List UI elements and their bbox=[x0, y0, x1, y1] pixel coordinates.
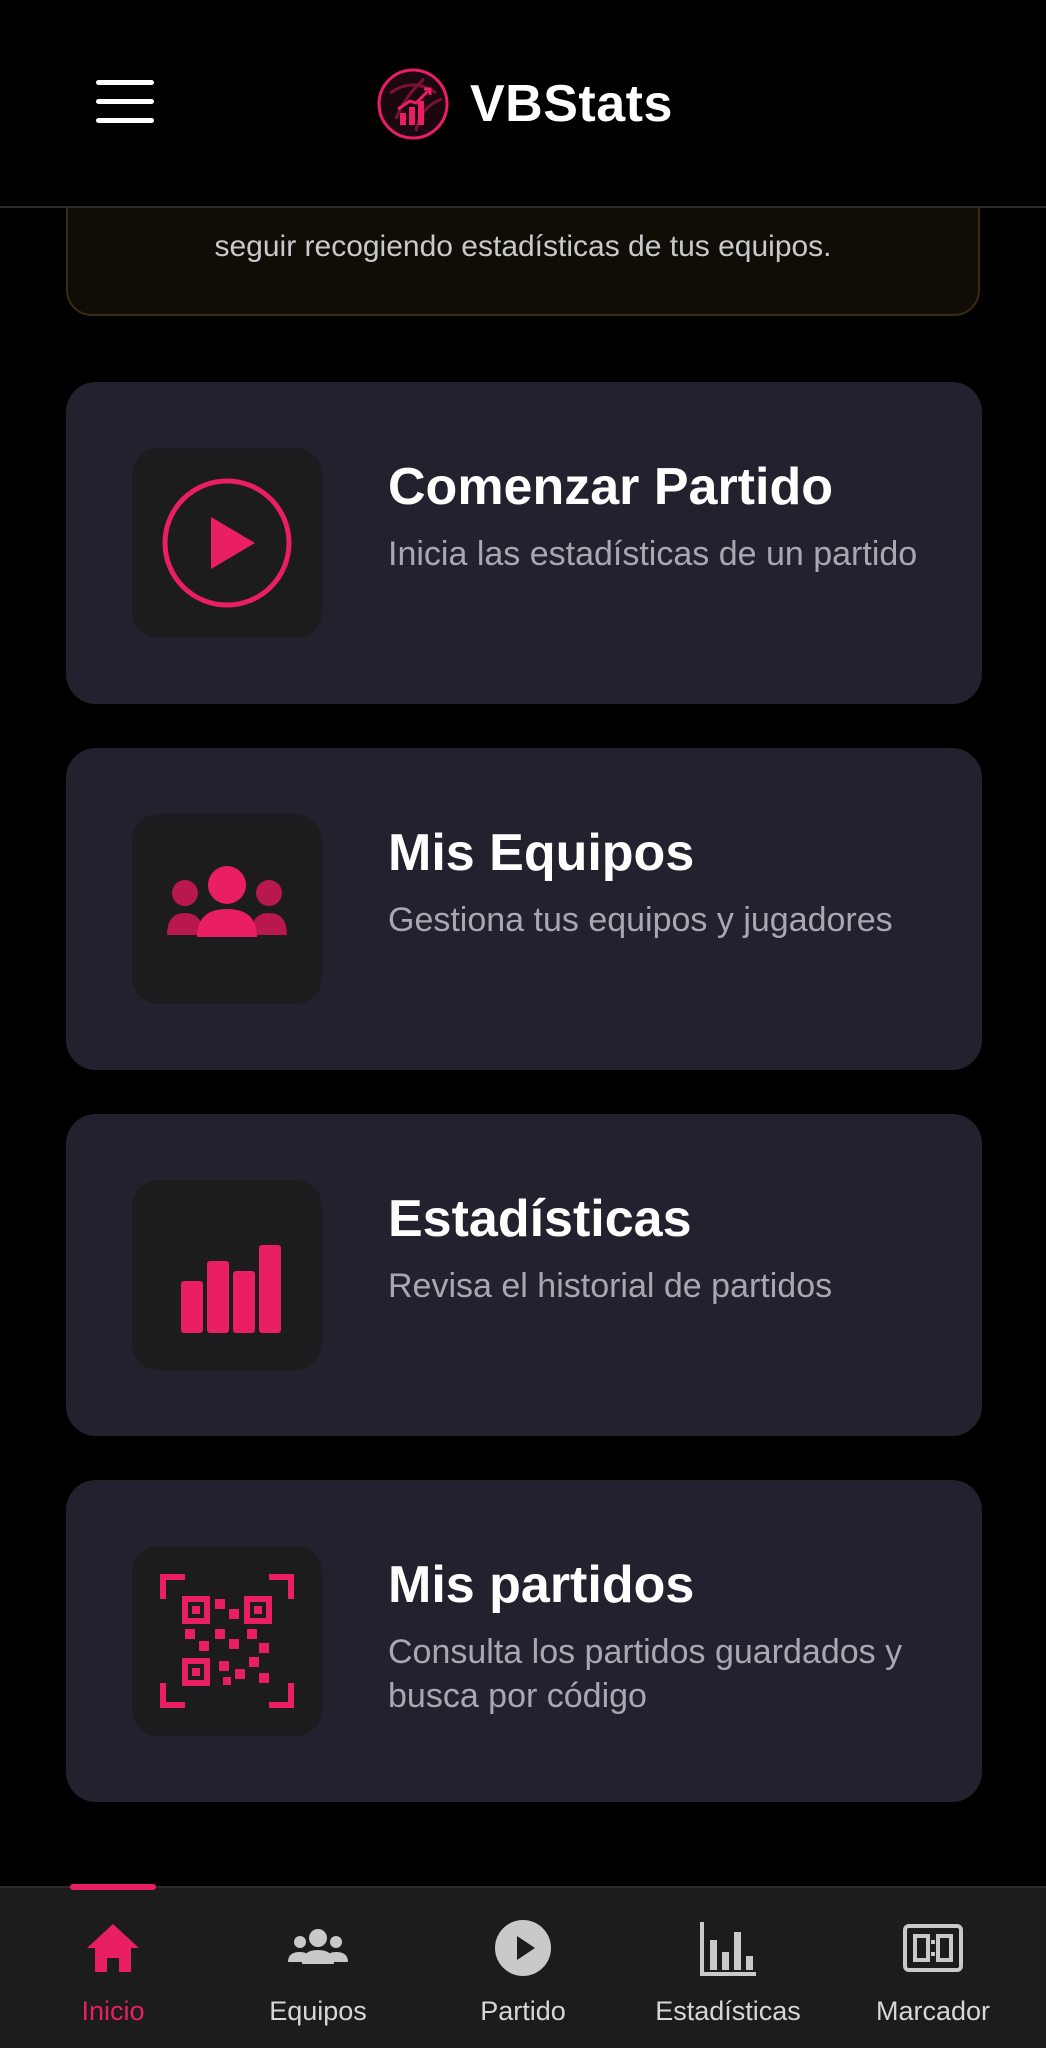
statistics-text: Estadísticas Revisa el historial de part… bbox=[388, 1188, 948, 1308]
start-match-card[interactable]: Comenzar Partido Inicia las estadísticas… bbox=[66, 382, 982, 704]
my-matches-text: Mis partidos Consulta los partidos guard… bbox=[388, 1554, 948, 1718]
card-subtitle: Inicia las estadísticas de un partido bbox=[388, 535, 918, 573]
card-title: Comenzar Partido bbox=[388, 458, 833, 516]
card-title: Mis Equipos bbox=[388, 824, 695, 882]
nav-item-marcador[interactable]: Marcador bbox=[833, 1888, 1033, 2048]
start-match-text: Comenzar Partido Inicia las estadísticas… bbox=[388, 456, 948, 576]
bar-chart-icon bbox=[181, 1245, 281, 1333]
app-header: VBStats bbox=[0, 0, 1046, 208]
nav-label: Inicio bbox=[81, 1996, 145, 2026]
statistics-card[interactable]: Estadísticas Revisa el historial de part… bbox=[66, 1114, 982, 1436]
card-subtitle: Consulta los partidos guardados y busca … bbox=[388, 1633, 903, 1715]
nav-item-equipos[interactable]: Equipos bbox=[218, 1888, 418, 2048]
nav-item-inicio[interactable]: Inicio bbox=[13, 1888, 213, 2048]
app-name: VBStats bbox=[470, 75, 673, 133]
bottom-navigation: Inicio Equipos Partido Estadísticas Marc… bbox=[0, 1884, 1046, 2048]
play-circle-icon bbox=[162, 478, 292, 608]
scoreboard-icon bbox=[903, 1924, 963, 1972]
nav-label: Partido bbox=[480, 1996, 566, 2026]
bar-chart-icon bbox=[700, 1922, 756, 1976]
card-title: Mis partidos bbox=[388, 1556, 695, 1614]
start-match-icon-tile bbox=[132, 448, 322, 638]
nav-item-estadisticas[interactable]: Estadísticas bbox=[628, 1888, 828, 2048]
my-teams-card[interactable]: Mis Equipos Gestiona tus equipos y jugad… bbox=[66, 748, 982, 1070]
my-matches-card[interactable]: Mis partidos Consulta los partidos guard… bbox=[66, 1480, 982, 1802]
play-circle-icon bbox=[495, 1920, 551, 1976]
nav-label: Equipos bbox=[269, 1996, 367, 2026]
card-subtitle: Gestiona tus equipos y jugadores bbox=[388, 901, 893, 939]
team-group-icon bbox=[167, 866, 287, 937]
nav-item-partido[interactable]: Partido bbox=[423, 1888, 623, 2048]
brand: VBStats bbox=[376, 64, 673, 144]
my-matches-icon-tile bbox=[132, 1546, 322, 1736]
my-teams-text: Mis Equipos Gestiona tus equipos y jugad… bbox=[388, 822, 948, 942]
nav-label: Marcador bbox=[875, 1996, 991, 2026]
notice-text: seguir recogiendo estadísticas de tus eq… bbox=[214, 230, 832, 263]
hamburger-menu-icon[interactable] bbox=[96, 80, 156, 126]
card-subtitle: Revisa el historial de partidos bbox=[388, 1267, 833, 1305]
volleyball-chart-logo bbox=[377, 68, 449, 140]
card-title: Estadísticas bbox=[388, 1190, 692, 1248]
my-teams-icon-tile bbox=[132, 814, 322, 1004]
nav-label: Estadísticas bbox=[655, 1996, 801, 2026]
app-screen: seguir recogiendo estadísticas de tus eq… bbox=[0, 0, 1046, 2048]
qr-scan-icon bbox=[160, 1574, 294, 1708]
people-icon bbox=[288, 1929, 348, 1964]
statistics-icon-tile bbox=[132, 1180, 322, 1370]
home-icon bbox=[87, 1924, 139, 1972]
